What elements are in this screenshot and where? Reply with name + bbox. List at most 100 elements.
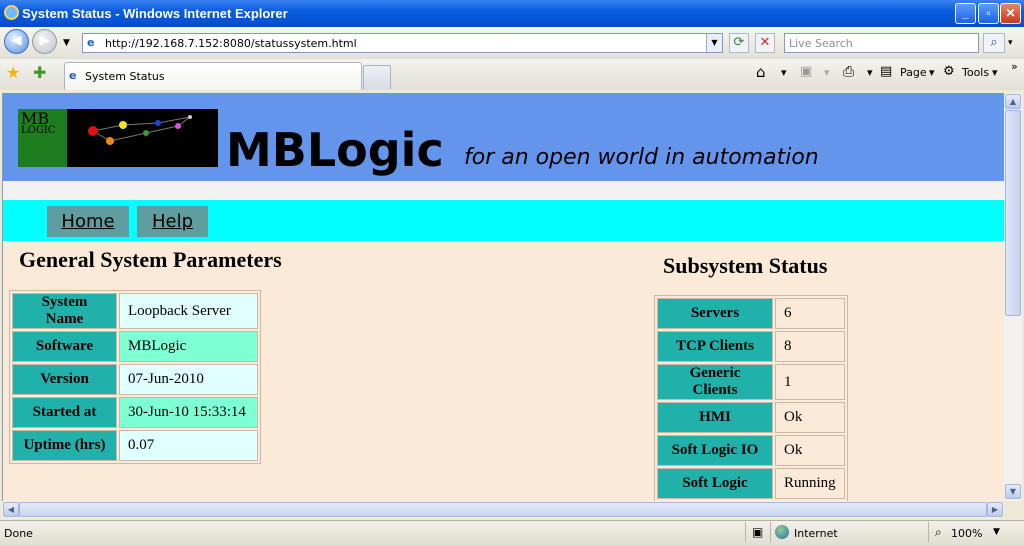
general-param-key-cell: Started at bbox=[12, 397, 117, 428]
new-tab-button[interactable] bbox=[363, 65, 391, 89]
print-icon[interactable]: ⎙ bbox=[843, 64, 854, 80]
home-icon[interactable]: ⌂ bbox=[756, 63, 766, 81]
stop-button[interactable]: ✕ bbox=[755, 33, 775, 53]
page-menu[interactable]: Page bbox=[900, 66, 927, 79]
general-param-key-cell: System Name bbox=[12, 293, 117, 329]
table-row: Generic Clients 1 bbox=[657, 364, 845, 400]
ie-logo-icon bbox=[4, 5, 19, 20]
feeds-dropdown-icon: ▾ bbox=[824, 66, 830, 79]
subsystem-key-cell: Generic Clients bbox=[657, 364, 773, 400]
back-button[interactable]: ◀ bbox=[4, 29, 29, 54]
page-icon: e bbox=[87, 36, 95, 49]
table-row: Started at 30-Jun-10 15:33:14 bbox=[12, 397, 258, 428]
header-banner: MB LOGIC MBLogic for an open world in au… bbox=[3, 93, 1004, 181]
subsystem-status-heading: Subsystem Status bbox=[663, 253, 828, 278]
print-dropdown-icon[interactable]: ▾ bbox=[867, 66, 873, 79]
table-row: HMI Ok bbox=[657, 402, 845, 433]
maximize-button[interactable]: ▫ bbox=[978, 3, 999, 24]
horizontal-scrollbar[interactable]: ◀ ▶ bbox=[2, 501, 1004, 518]
scroll-right-icon[interactable]: ▶ bbox=[987, 502, 1003, 517]
subsystem-key-cell: Servers bbox=[657, 298, 773, 329]
main-menu: Home Help bbox=[3, 200, 1004, 241]
general-params-table: System Name Loopback Server Software MBLogi… bbox=[9, 290, 261, 464]
general-params-heading: General System Parameters bbox=[19, 247, 282, 272]
close-button[interactable]: ✕ bbox=[1000, 3, 1021, 24]
zoom-icon: ⌕ bbox=[935, 525, 942, 539]
status-divider bbox=[770, 522, 771, 542]
search-input[interactable]: Live Search bbox=[784, 33, 979, 53]
subsystem-status-table: Servers 6 TCP Clients 8 Generic Clients 1 HMI O… bbox=[654, 295, 848, 501]
status-bar: Done ▣ Internet ⌕ 100% ▼ bbox=[0, 520, 1024, 546]
internet-zone-icon bbox=[775, 525, 789, 539]
minimize-button[interactable]: _ bbox=[955, 3, 976, 24]
scroll-left-icon[interactable]: ◀ bbox=[3, 502, 19, 517]
title-bar: System Status - Windows Internet Explore… bbox=[0, 0, 1024, 27]
refresh-button[interactable]: ⟳ bbox=[729, 33, 749, 53]
table-row: System Name Loopback Server bbox=[12, 293, 258, 329]
subsystem-key-cell: Soft Logic IO bbox=[657, 435, 773, 466]
general-param-key-cell: Version bbox=[12, 364, 117, 395]
tools-menu[interactable]: Tools bbox=[962, 66, 989, 79]
subsystem-value-cell: Ok bbox=[775, 435, 845, 466]
table-row: Version 07-Jun-2010 bbox=[12, 364, 258, 395]
window-title: System Status - Windows Internet Explore… bbox=[22, 6, 288, 21]
subsystem-key-cell: TCP Clients bbox=[657, 331, 773, 362]
add-favorites-icon[interactable]: ✚ bbox=[33, 63, 46, 82]
menu-help-link[interactable]: Help bbox=[137, 206, 208, 237]
general-param-value-cell: MBLogic bbox=[119, 331, 258, 362]
vertical-scrollbar[interactable]: ▲ ▼ bbox=[1004, 93, 1022, 501]
logo-orbit-icon bbox=[88, 115, 192, 145]
brand-slogan: for an open world in automation bbox=[464, 145, 819, 170]
status-text: Done bbox=[4, 527, 33, 540]
general-param-value-cell: Loopback Server bbox=[119, 293, 258, 329]
general-param-key-cell: Software bbox=[12, 331, 117, 362]
history-dropdown-icon[interactable]: ▼ bbox=[63, 38, 70, 48]
table-row: Soft Logic Running bbox=[657, 468, 845, 499]
protected-mode-icon: ▣ bbox=[752, 525, 764, 539]
search-button[interactable]: ⌕ bbox=[983, 33, 1005, 53]
subsystem-key-cell: Soft Logic bbox=[657, 468, 773, 499]
subsystem-value-cell: Running bbox=[775, 468, 845, 499]
tab-label: System Status bbox=[85, 70, 165, 83]
table-row: Soft Logic IO Ok bbox=[657, 435, 845, 466]
page-dropdown-icon[interactable]: ▾ bbox=[929, 66, 935, 79]
subsystem-value-cell: 6 bbox=[775, 298, 845, 329]
favorites-star-icon[interactable]: ★ bbox=[6, 63, 20, 82]
subsystem-value-cell: Ok bbox=[775, 402, 845, 433]
address-input[interactable]: http://192.168.7.152:8080/statussystem.h… bbox=[105, 37, 357, 50]
scroll-corner bbox=[1004, 501, 1022, 518]
subsystem-key-cell: HMI bbox=[657, 402, 773, 433]
zone-label: Internet bbox=[794, 527, 838, 540]
tools-dropdown-icon[interactable]: ▾ bbox=[992, 66, 998, 79]
forward-button[interactable]: ▶ bbox=[32, 29, 57, 54]
table-row: TCP Clients 8 bbox=[657, 331, 845, 362]
feeds-icon[interactable]: ▣ bbox=[800, 64, 812, 79]
address-dropdown-icon[interactable]: ▼ bbox=[706, 34, 722, 52]
horizontal-scroll-thumb[interactable] bbox=[19, 502, 987, 517]
scroll-down-icon[interactable]: ▼ bbox=[1005, 484, 1021, 499]
zoom-level[interactable]: 100% bbox=[951, 527, 982, 540]
vertical-scroll-thumb[interactable] bbox=[1005, 110, 1021, 316]
address-bar[interactable]: e http://192.168.7.152:8080/statussystem… bbox=[82, 33, 723, 53]
brand-title: MBLogic bbox=[226, 123, 444, 177]
search-options-icon[interactable]: ▾ bbox=[1008, 38, 1013, 48]
menu-home-link[interactable]: Home bbox=[47, 206, 129, 237]
tools-gear-icon: ⚙ bbox=[943, 64, 955, 79]
general-param-value-cell: 30-Jun-10 15:33:14 bbox=[119, 397, 258, 428]
page-icon-toolbar: ▤ bbox=[880, 64, 893, 79]
status-divider bbox=[928, 522, 929, 542]
banner-divider bbox=[3, 181, 1004, 200]
table-row: Software MBLogic bbox=[12, 331, 258, 362]
tab-system-status[interactable]: e System Status bbox=[64, 62, 362, 90]
table-row: Servers 6 bbox=[657, 298, 845, 329]
chevron-more-icon[interactable]: » bbox=[1011, 60, 1018, 73]
general-param-value-cell: 07-Jun-2010 bbox=[119, 364, 258, 395]
zoom-dropdown-icon[interactable]: ▼ bbox=[993, 527, 1000, 537]
scroll-up-icon[interactable]: ▲ bbox=[1005, 94, 1021, 109]
general-param-value-cell: 0.07 bbox=[119, 430, 258, 461]
home-dropdown-icon[interactable]: ▾ bbox=[781, 66, 787, 79]
page-content: MB LOGIC MBLogic for an open world in au… bbox=[2, 93, 1004, 501]
table-row: Uptime (hrs) 0.07 bbox=[12, 430, 258, 461]
subsystem-value-cell: 8 bbox=[775, 331, 845, 362]
subsystem-value-cell: 1 bbox=[775, 364, 845, 400]
